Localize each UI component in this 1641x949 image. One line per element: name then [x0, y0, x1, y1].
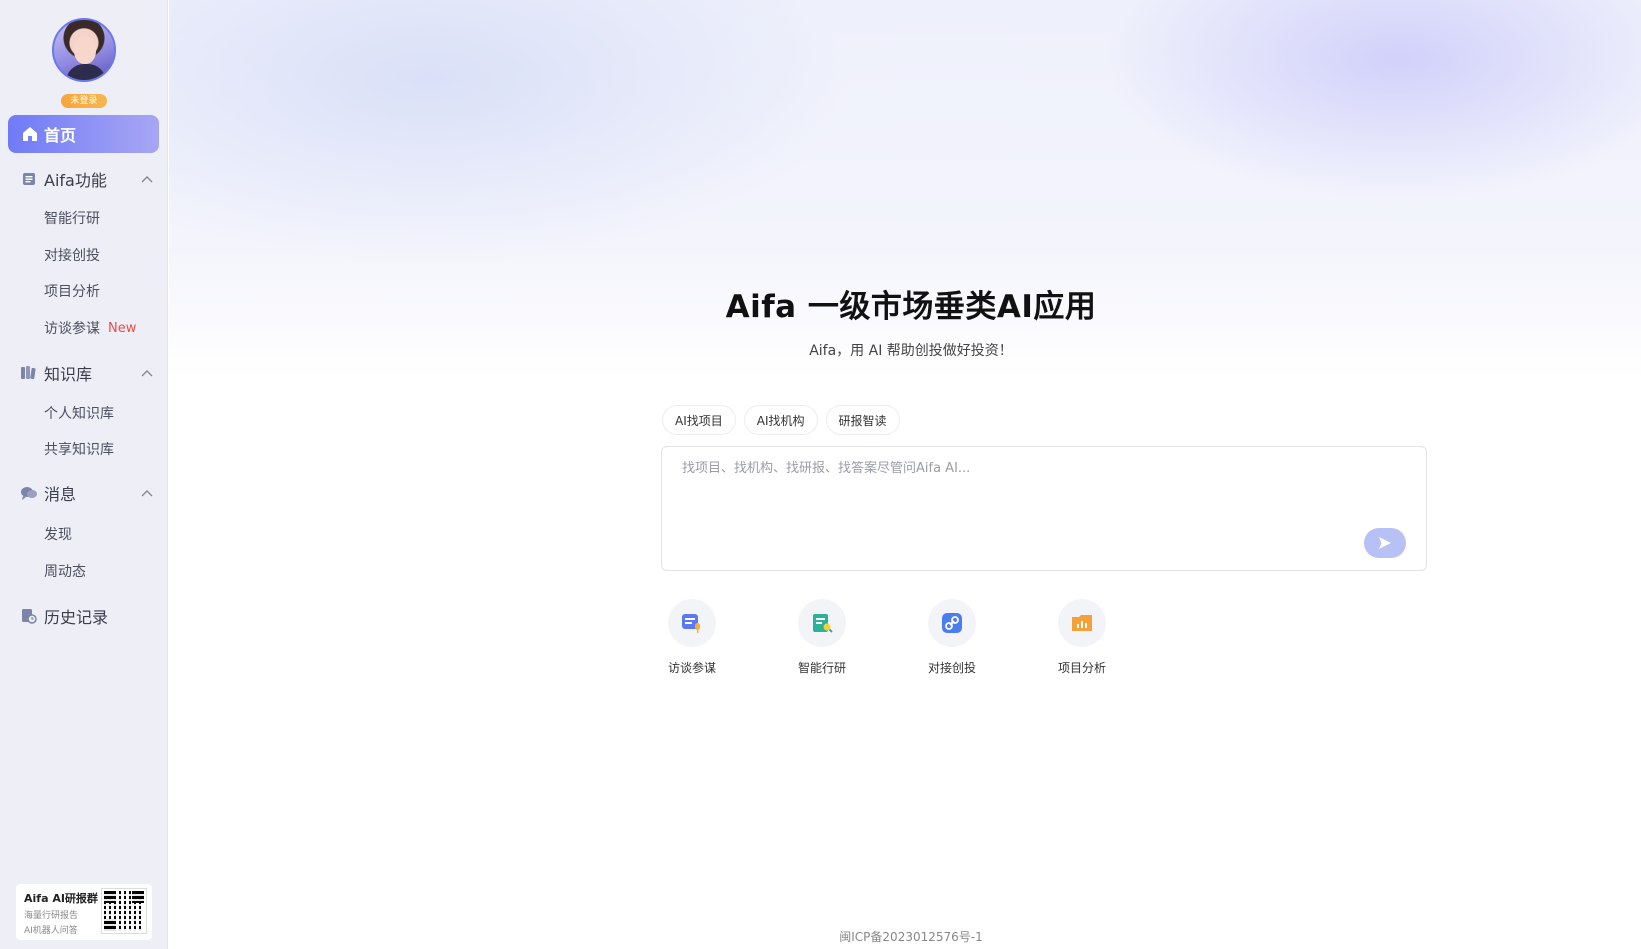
- chip-group: AI找项目 AI找机构 研报智读: [662, 405, 900, 435]
- sidebar-item-label: 周动态: [44, 564, 86, 580]
- quick-action-project-analysis[interactable]: 项目分析: [1052, 599, 1112, 676]
- send-icon: [1379, 537, 1391, 549]
- link-icon: [928, 599, 976, 647]
- chevron-up-icon[interactable]: [140, 486, 154, 505]
- ask-box: [661, 446, 1427, 571]
- sidebar-item-label: 访谈参谋: [44, 321, 100, 337]
- quick-action-label: 访谈参谋: [667, 661, 716, 675]
- quick-action-label: 项目分析: [1057, 661, 1106, 675]
- sidebar-item-personal-kb[interactable]: 个人知识库: [44, 403, 114, 423]
- sidebar-item-label: 共享知识库: [44, 442, 114, 458]
- sidebar-item-discover[interactable]: 发现: [44, 524, 72, 544]
- page-subtitle: Aifa，用 AI 帮助创投做好投资！: [809, 343, 1013, 359]
- search-input[interactable]: [682, 461, 1382, 476]
- chip-find-project[interactable]: AI找项目: [662, 405, 736, 435]
- chevron-up-icon[interactable]: [140, 366, 154, 385]
- sidebar-item-label: 历史记录: [44, 608, 109, 627]
- sidebar: 未登录 首页 Aifa功能 智能行研 对接创投 项目分析 访谈参谋 New 知识…: [0, 0, 168, 949]
- chevron-up-icon[interactable]: [140, 172, 154, 191]
- interview-icon: [668, 599, 716, 647]
- quick-action-research[interactable]: 智能行研: [792, 599, 852, 676]
- sidebar-item-shared-kb[interactable]: 共享知识库: [44, 439, 114, 459]
- sidebar-group-label: 知识库: [44, 365, 93, 384]
- sidebar-item-weekly[interactable]: 周动态: [44, 561, 86, 581]
- page-title: Aifa 一级市场垂类AI应用: [725, 289, 1097, 325]
- qr-promo-card[interactable]: Aifa AI研报群 海量行研报告 AI机器人问答: [16, 884, 152, 940]
- home-icon: [20, 124, 40, 144]
- login-status-badge[interactable]: 未登录: [61, 94, 107, 108]
- history-icon: [20, 607, 38, 625]
- sidebar-item-label: 个人知识库: [44, 406, 114, 422]
- avatar-body: [66, 64, 106, 80]
- sidebar-item-project-analysis[interactable]: 项目分析: [44, 281, 100, 301]
- sidebar-group-label: Aifa功能: [44, 171, 107, 190]
- sidebar-group-messages[interactable]: 消息: [20, 482, 154, 504]
- icp-footer-link[interactable]: 闽ICP备2023012576号-1: [169, 928, 1641, 945]
- document-icon: [20, 170, 38, 188]
- quick-action-label: 对接创投: [927, 661, 976, 675]
- send-button[interactable]: [1364, 528, 1406, 558]
- chip-find-institution[interactable]: AI找机构: [743, 405, 818, 435]
- sidebar-item-label: 发现: [44, 527, 72, 543]
- research-icon: [798, 599, 846, 647]
- sidebar-group-label: 消息: [44, 485, 77, 504]
- quick-action-vc-connect[interactable]: 对接创投: [922, 599, 982, 676]
- chat-icon: [20, 484, 38, 502]
- sidebar-item-label: 对接创投: [44, 248, 100, 264]
- quick-action-label: 智能行研: [797, 661, 846, 675]
- sidebar-group-knowledge-base[interactable]: 知识库: [20, 362, 154, 384]
- sidebar-item-label: 项目分析: [44, 284, 100, 300]
- sidebar-item-vc-connect[interactable]: 对接创投: [44, 245, 100, 265]
- main-content: Aifa 一级市场垂类AI应用 Aifa，用 AI 帮助创投做好投资！ AI找项…: [169, 0, 1641, 949]
- chip-report-reading[interactable]: 研报智读: [825, 405, 900, 435]
- sidebar-item-home[interactable]: 首页: [8, 115, 159, 153]
- book-icon: [20, 364, 38, 382]
- analysis-icon: [1058, 599, 1106, 647]
- sidebar-item-label: 首页: [44, 126, 77, 145]
- new-badge: New: [108, 320, 137, 336]
- sidebar-item-label: 智能行研: [44, 211, 100, 227]
- avatar[interactable]: [52, 18, 116, 82]
- sidebar-item-history[interactable]: 历史记录: [20, 605, 154, 627]
- sidebar-item-industry-research[interactable]: 智能行研: [44, 208, 100, 228]
- sidebar-item-interview-advisor[interactable]: 访谈参谋 New: [44, 318, 136, 338]
- sidebar-group-aifa-features[interactable]: Aifa功能: [20, 168, 154, 190]
- quick-action-interview[interactable]: 访谈参谋: [662, 599, 722, 676]
- qr-code-icon: [101, 888, 147, 934]
- avatar-face: [74, 36, 96, 64]
